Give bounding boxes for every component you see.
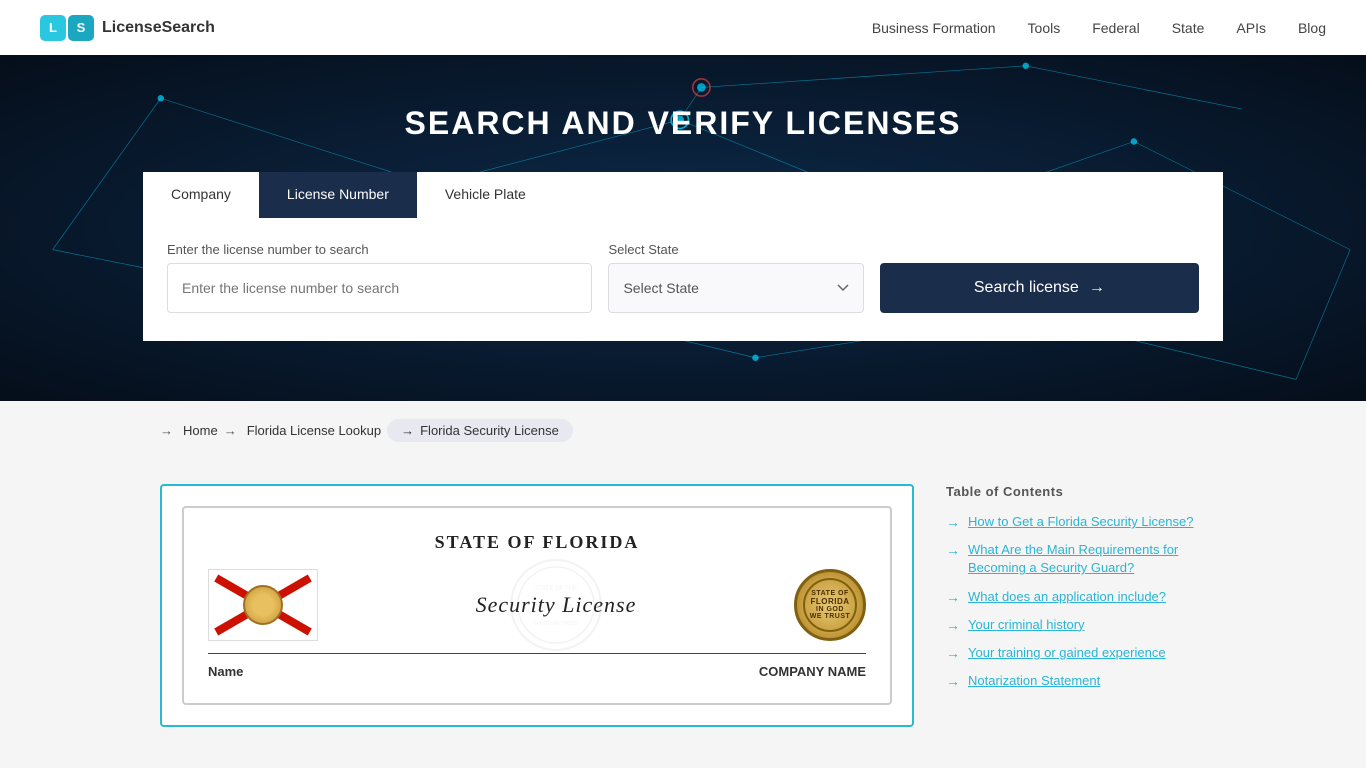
toc-link-5[interactable]: Your training or gained experience bbox=[968, 644, 1166, 662]
hero-section: SEARCH AND VERIFY LICENSES Company Licen… bbox=[0, 55, 1366, 401]
navbar: L S LicenseSearch Business Formation Too… bbox=[0, 0, 1366, 55]
toc-link-4[interactable]: Your criminal history bbox=[968, 616, 1085, 634]
breadcrumb-current-arrow: → bbox=[401, 423, 414, 438]
toc-item-2[interactable]: → What Are the Main Requirements for Bec… bbox=[946, 541, 1206, 577]
toc-arrow-6: → bbox=[946, 673, 960, 689]
state-select-label: Select State bbox=[608, 242, 863, 257]
license-center: STATE OF THE FLORIDA IN GOD WE TRUST Sec… bbox=[318, 592, 794, 618]
nav-links: Business Formation Tools Federal State A… bbox=[872, 20, 1326, 36]
tab-vehicle-plate[interactable]: Vehicle Plate bbox=[417, 172, 554, 218]
tab-bar: Company License Number Vehicle Plate bbox=[143, 172, 1223, 218]
toc-link-2[interactable]: What Are the Main Requirements for Becom… bbox=[968, 541, 1206, 577]
toc-item-6[interactable]: → Notarization Statement bbox=[946, 672, 1206, 690]
search-button-label: Search license bbox=[974, 279, 1079, 297]
breadcrumb-current[interactable]: → Florida Security License bbox=[387, 419, 573, 442]
brand-name[interactable]: LicenseSearch bbox=[102, 19, 215, 37]
search-button[interactable]: Search license → bbox=[880, 263, 1199, 313]
tab-company[interactable]: Company bbox=[143, 172, 259, 218]
license-card: STATE OF FLORIDA STATE OF THE bbox=[160, 484, 914, 727]
toc-arrow-3: → bbox=[946, 589, 960, 605]
breadcrumb-arrow-1: → bbox=[160, 423, 173, 438]
toc-section: Table of Contents → How to Get a Florida… bbox=[946, 484, 1206, 727]
toc-item-4[interactable]: → Your criminal history bbox=[946, 616, 1206, 634]
nav-tools[interactable]: Tools bbox=[1028, 20, 1061, 36]
toc-title: Table of Contents bbox=[946, 484, 1206, 499]
logo-icon: L S bbox=[40, 15, 94, 41]
breadcrumb-arrow-2: → bbox=[224, 423, 237, 438]
florida-seal-right: STATE OF FLORIDA IN GOD WE TRUST bbox=[794, 569, 866, 641]
toc-arrow-2: → bbox=[946, 542, 960, 558]
toc-item-5[interactable]: → Your training or gained experience bbox=[946, 644, 1206, 662]
svg-text:FLORIDA: FLORIDA bbox=[539, 603, 574, 612]
hero-title: SEARCH AND VERIFY LICENSES bbox=[0, 55, 1366, 172]
breadcrumb-lookup[interactable]: Florida License Lookup bbox=[247, 423, 381, 438]
nav-business-formation[interactable]: Business Formation bbox=[872, 20, 996, 36]
nav-federal[interactable]: Federal bbox=[1092, 20, 1139, 36]
license-name-row: Name COMPANY NAME bbox=[208, 664, 866, 679]
florida-flag bbox=[208, 569, 318, 641]
svg-text:IN GOD WE TRUST: IN GOD WE TRUST bbox=[533, 621, 578, 627]
flag-seal bbox=[243, 585, 283, 625]
license-card-wrapper: STATE OF FLORIDA STATE OF THE bbox=[160, 484, 914, 727]
toc-arrow-4: → bbox=[946, 617, 960, 633]
license-middle: STATE OF THE FLORIDA IN GOD WE TRUST Sec… bbox=[208, 569, 866, 641]
license-field-name: Name bbox=[208, 664, 243, 679]
state-field-group: Select State Select State AlabamaAlaskaA… bbox=[608, 242, 863, 313]
license-inner: STATE OF FLORIDA STATE OF THE bbox=[182, 506, 892, 705]
svg-text:STATE OF THE: STATE OF THE bbox=[535, 586, 577, 592]
toc-item-1[interactable]: → How to Get a Florida Security License? bbox=[946, 513, 1206, 531]
toc-link-1[interactable]: How to Get a Florida Security License? bbox=[968, 513, 1193, 531]
seal-inner: STATE OF FLORIDA IN GOD WE TRUST bbox=[803, 578, 857, 632]
search-body: Enter the license number to search Selec… bbox=[143, 218, 1223, 341]
license-input-label: Enter the license number to search bbox=[167, 242, 592, 257]
nav-apis[interactable]: APIs bbox=[1236, 20, 1266, 36]
search-container: Company License Number Vehicle Plate Ent… bbox=[143, 172, 1223, 341]
toc-item-3[interactable]: → What does an application include? bbox=[946, 588, 1206, 606]
toc-arrow-5: → bbox=[946, 645, 960, 661]
breadcrumb-current-label: Florida Security License bbox=[420, 423, 559, 438]
license-field-group: Enter the license number to search bbox=[167, 242, 592, 313]
license-state-title: STATE OF FLORIDA bbox=[208, 532, 866, 553]
nav-state[interactable]: State bbox=[1172, 20, 1205, 36]
logo-letter-l: L bbox=[40, 15, 66, 41]
tab-license-number[interactable]: License Number bbox=[259, 172, 417, 218]
toc-link-6[interactable]: Notarization Statement bbox=[968, 672, 1100, 690]
breadcrumb-home[interactable]: Home bbox=[183, 423, 218, 438]
logo-letter-s: S bbox=[68, 15, 94, 41]
search-button-arrow: → bbox=[1089, 279, 1105, 297]
toc-arrow-1: → bbox=[946, 514, 960, 530]
nav-blog[interactable]: Blog bbox=[1298, 20, 1326, 36]
seal-watermark: STATE OF THE FLORIDA IN GOD WE TRUST bbox=[506, 555, 606, 655]
state-select[interactable]: Select State AlabamaAlaskaArizona Arkans… bbox=[608, 263, 863, 313]
breadcrumb: → Home → Florida License Lookup → Florid… bbox=[0, 401, 1366, 460]
logo-area: L S LicenseSearch bbox=[40, 15, 215, 41]
toc-link-3[interactable]: What does an application include? bbox=[968, 588, 1166, 606]
main-content: STATE OF FLORIDA STATE OF THE bbox=[0, 460, 1366, 751]
license-field-company: COMPANY NAME bbox=[759, 664, 866, 679]
license-input[interactable] bbox=[167, 263, 592, 313]
